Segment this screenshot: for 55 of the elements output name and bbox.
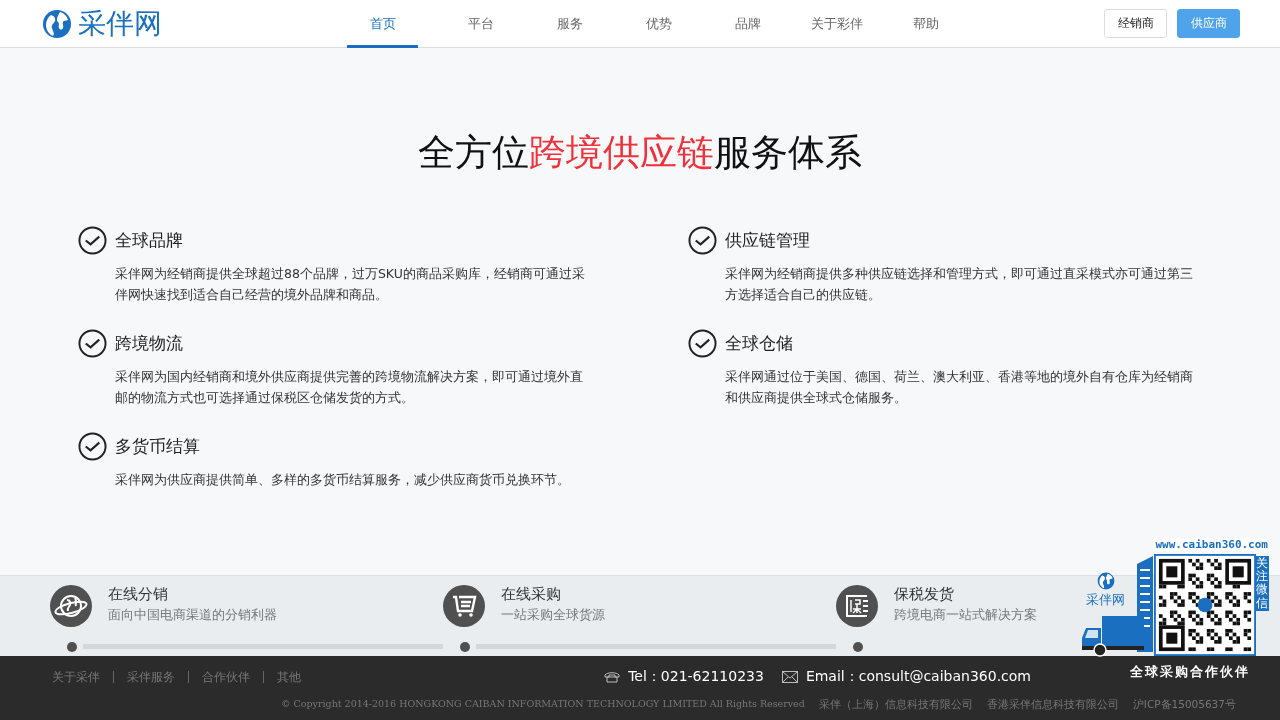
check-circle-icon <box>688 226 717 255</box>
phone-number: Tel：021-62110233 <box>628 668 764 686</box>
legal-text: © Copyright 2014-2016 HONGKONG CAIBAN INFORMATION TECHNOLOGY LIMITED All Rights Reserved <box>281 698 805 711</box>
feature-description: 采伴网为供应商提供简单、多样的多货币结算服务，减少供应商货币兑换环节。 <box>115 471 571 489</box>
legal-text: 采伴（上海）信息科技有限公司 <box>818 698 973 712</box>
mail-icon <box>781 671 798 683</box>
globe-icon <box>42 8 72 39</box>
feature-title: 全球仓储 <box>725 332 794 355</box>
nav-tab[interactable]: 关于彩伴 <box>792 0 881 48</box>
nav-tab[interactable]: 首页 <box>347 0 418 48</box>
service-title: 在线采购 <box>501 585 561 604</box>
dealer-button[interactable]: 经销商 <box>1104 9 1167 38</box>
cart-icon <box>443 585 485 627</box>
nav-tab[interactable]: 服务 <box>525 0 614 48</box>
feature-title: 全球品牌 <box>115 229 184 252</box>
step-dot <box>460 641 470 652</box>
check-circle-icon <box>78 226 107 255</box>
slogan: 全球采购合作伙伴 <box>1130 664 1250 681</box>
service-title: 保税发货 <box>894 585 954 604</box>
feature-title: 供应链管理 <box>725 229 811 252</box>
nav-tab[interactable]: 帮助 <box>881 0 970 48</box>
nav-tab[interactable]: 平台 <box>436 0 525 48</box>
step-dot <box>67 641 77 652</box>
service-subtitle: 一站采购全球货源 <box>501 607 605 624</box>
follow-wechat-label: 关注微信 <box>1255 556 1269 611</box>
logo-text[interactable]: 采伴网 <box>78 4 162 43</box>
phone-icon <box>604 671 621 683</box>
legal-text: 香港采伴信息科技有限公司 <box>986 698 1119 712</box>
bonded-seal-icon <box>836 585 878 627</box>
footer-link[interactable]: 其他 <box>263 671 314 683</box>
step-dot <box>853 641 863 652</box>
footer-link[interactable]: 采伴服务 <box>113 671 188 683</box>
check-circle-icon <box>78 329 107 358</box>
nav-tab[interactable]: 优势 <box>614 0 703 48</box>
feature-title: 跨境物流 <box>115 332 184 355</box>
footer-link[interactable]: 合作伙伴 <box>188 671 263 683</box>
headline: 全方位跨境供应链服务体系 <box>417 130 863 176</box>
check-circle-icon <box>78 432 107 461</box>
globe-ring-icon <box>50 585 92 627</box>
feature-description: 采伴网为经销商提供多种供应链选择和管理方式，即可通过直采模式亦可通过第三方选择适合自己的供应链。 <box>725 265 1194 304</box>
feature-title: 多货币结算 <box>115 435 201 458</box>
website-url: www.caiban360.com <box>1153 538 1270 551</box>
nav-tab[interactable]: 品牌 <box>703 0 792 48</box>
logo-text: 采伴网 <box>1086 591 1125 609</box>
check-circle-icon <box>688 329 717 358</box>
email-address: Email：consult@caiban360.com <box>805 668 1031 686</box>
legal-text: 沪ICP备15005637号 <box>1132 698 1236 712</box>
feature-description: 采伴网为经销商提供全球超过88个品牌，过万SKU的商品采购库，经销商可通过采伴网快速找到适合自己经营的境外品牌和商品。 <box>115 265 586 304</box>
service-title: 在线分销 <box>108 585 168 604</box>
globe-icon <box>1096 572 1115 590</box>
service-subtitle: 跨境电商一站式解决方案 <box>894 607 1037 624</box>
service-subtitle: 面向中国电商渠道的分销利器 <box>108 607 277 624</box>
footer-link[interactable]: 关于采伴 <box>52 671 113 683</box>
feature-description: 采伴网为国内经销商和境外供应商提供完善的跨境物流解决方案，即可通过境外直邮的物流方式也可选择通过保税区仓储发货的方式。 <box>115 368 584 407</box>
feature-description: 采伴网通过位于美国、德国、荷兰、澳大利亚、香港等地的境外自有仓库为经销商和供应商提供全球式仓储服务。 <box>725 368 1194 407</box>
